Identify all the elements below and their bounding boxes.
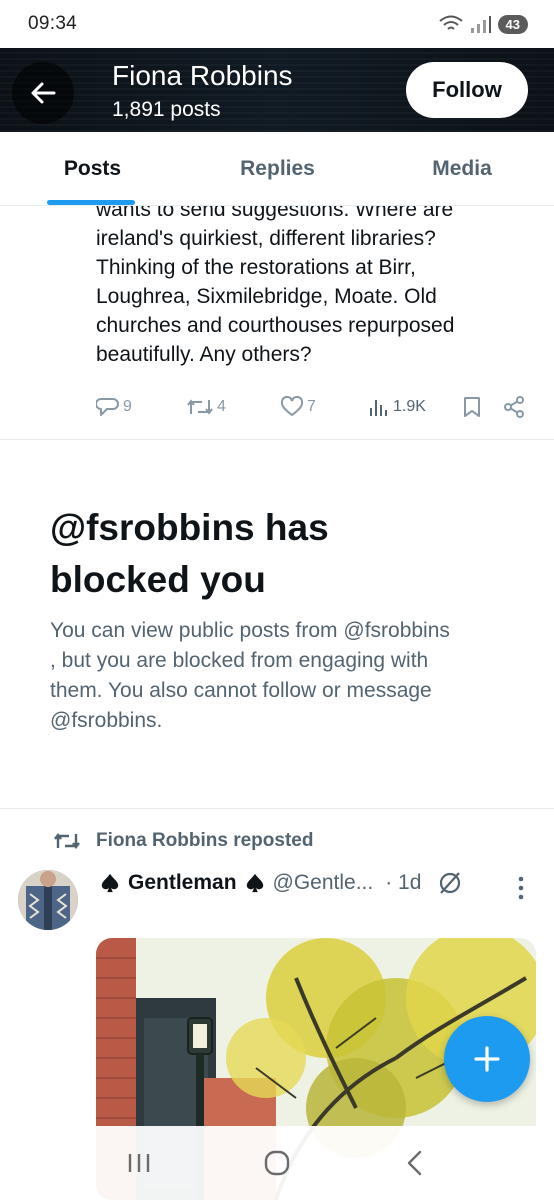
active-tab-indicator (47, 200, 135, 205)
profile-name: Fiona Robbins (112, 60, 293, 91)
share-button[interactable] (502, 395, 526, 419)
blocked-title: @fsrobbins has blocked you (50, 502, 510, 606)
like-count: 7 (307, 398, 316, 415)
status-icons: 43 (438, 14, 528, 34)
tab-replies-label: Replies (240, 156, 315, 180)
reply-icon (96, 398, 119, 416)
post-header: Gentleman @Gentle... · 1d (98, 870, 463, 896)
tweet-body-clip: wants to send suggestions. Where are ire… (0, 206, 554, 388)
profile-header: Fiona Robbins 1,891 posts Follow (0, 48, 554, 132)
tab-media[interactable]: Media (370, 132, 554, 205)
plus-icon (474, 1046, 500, 1072)
section-divider (0, 808, 554, 809)
tweet-line: Loughrea, Sixmilebridge, Moate. Old (96, 285, 437, 308)
repost-indicator[interactable]: Fiona Robbins reposted (52, 830, 313, 852)
post-count: 1,891 posts (112, 98, 221, 121)
views-count: 1.9K (393, 398, 426, 415)
like-button[interactable]: 7 (280, 396, 316, 418)
grok-icon[interactable] (437, 870, 463, 896)
tweet-line: wants to send suggestions. Where are (96, 206, 454, 221)
blocked-description: You can view public posts from @fsrobbin… (50, 616, 510, 736)
tweet-line: beautifully. Any others? (96, 343, 312, 366)
repost-button[interactable]: 4 (186, 396, 226, 418)
avatar[interactable] (18, 870, 78, 930)
author-handle[interactable]: @Gentle... (273, 871, 374, 895)
home-icon[interactable] (262, 1148, 292, 1178)
tweet-line: churches and courthouses repurposed (96, 314, 455, 337)
signal-icon (470, 16, 491, 33)
status-time: 09:34 (28, 13, 78, 34)
avatar-image (18, 870, 78, 930)
tweet-line: Thinking of the restorations at Birr, (96, 256, 416, 279)
tweet-text[interactable]: wants to send suggestions. Where are ire… (96, 206, 536, 369)
tab-replies[interactable]: Replies (185, 132, 370, 205)
reposted-by: Fiona Robbins reposted (96, 830, 314, 851)
blocked-title-line: @fsrobbins has (50, 507, 329, 548)
tweet-actions: 9 4 7 1.9K (96, 392, 530, 422)
section-divider (0, 439, 554, 440)
reply-count: 9 (123, 398, 132, 415)
status-bar: 09:34 43 (0, 0, 554, 48)
spade-icon (101, 873, 119, 893)
views-icon (370, 400, 387, 416)
repost-icon (187, 399, 213, 415)
tab-posts[interactable]: Posts (0, 132, 185, 205)
blocked-body-line: , but you are blocked from engaging with (50, 649, 429, 672)
back-button[interactable] (12, 62, 74, 124)
system-nav-bar (0, 1126, 554, 1200)
blocked-body-line: @fsrobbins. (50, 709, 163, 732)
post-time: · 1d (385, 871, 422, 894)
repost-count: 4 (217, 398, 226, 415)
profile-tabs: Posts Replies Media (0, 132, 554, 206)
more-icon[interactable] (516, 875, 526, 901)
tweet-line: ireland's quirkiest, different libraries… (96, 227, 436, 250)
blocked-body-line: You can view public posts from @fsrobbin… (50, 619, 450, 642)
wifi-icon (438, 15, 463, 30)
recents-icon[interactable] (124, 1150, 154, 1176)
author-name[interactable]: Gentleman (128, 871, 237, 895)
compose-button[interactable] (444, 1016, 530, 1102)
follow-button[interactable]: Follow (406, 62, 528, 118)
views-button[interactable]: 1.9K (368, 396, 426, 418)
blocked-title-line: blocked you (50, 559, 266, 600)
share-icon (504, 396, 524, 418)
reply-button[interactable]: 9 (96, 396, 132, 418)
back-arrow-icon (31, 82, 56, 104)
like-icon (280, 396, 304, 417)
spade-icon (246, 873, 263, 893)
blocked-body-line: them. You also cannot follow or message (50, 679, 432, 702)
bookmark-icon (464, 397, 480, 417)
battery-indicator: 43 (497, 14, 528, 34)
tab-media-label: Media (432, 156, 492, 180)
back-nav-icon[interactable] (400, 1148, 430, 1178)
tab-posts-label: Posts (63, 156, 122, 180)
bookmark-button[interactable] (462, 396, 482, 418)
repost-small-icon (54, 833, 80, 849)
